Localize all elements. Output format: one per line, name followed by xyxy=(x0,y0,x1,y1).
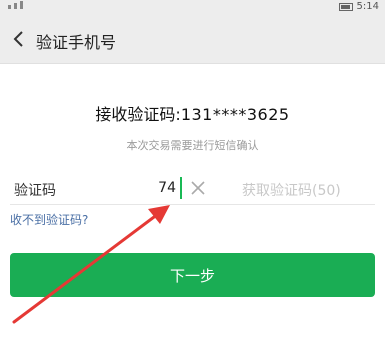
get-code-button[interactable]: 获取验证码(50) xyxy=(242,180,341,200)
code-row: 验证码 获取验证码(50) xyxy=(10,169,375,207)
signal-icon xyxy=(14,3,17,9)
sms-notice: 本次交易需要进行短信确认 xyxy=(126,139,259,152)
nav-header: 验证手机号 xyxy=(0,14,385,64)
status-time: 5:14 xyxy=(356,1,379,12)
status-right: 5:14 xyxy=(338,1,379,12)
status-bar: 5:14 xyxy=(0,0,385,14)
verify-phone-screen: 5:14 验证手机号 接收验证码:131****3625 本次交易需要进行短信确… xyxy=(0,0,385,345)
code-label: 验证码 xyxy=(14,183,56,199)
code-input[interactable] xyxy=(130,175,176,201)
clear-icon[interactable] xyxy=(188,178,208,198)
battery-icon xyxy=(338,2,353,11)
signal-icons xyxy=(8,1,23,9)
signal-icon xyxy=(20,1,23,9)
receive-label: 接收验证码: xyxy=(95,105,181,124)
back-icon[interactable] xyxy=(10,30,28,48)
main-content: 接收验证码:131****3625 本次交易需要进行短信确认 验证码 获取验证码… xyxy=(0,65,385,345)
signal-icon xyxy=(8,5,11,9)
receive-code-heading: 接收验证码:131****3625 xyxy=(0,101,385,125)
divider xyxy=(10,204,375,205)
next-button[interactable]: 下一步 xyxy=(10,253,375,297)
page-title: 验证手机号 xyxy=(36,33,117,52)
text-cursor xyxy=(180,177,182,199)
not-received-link[interactable]: 收不到验证码? xyxy=(10,211,88,228)
phone-number: 131****3625 xyxy=(180,105,290,124)
